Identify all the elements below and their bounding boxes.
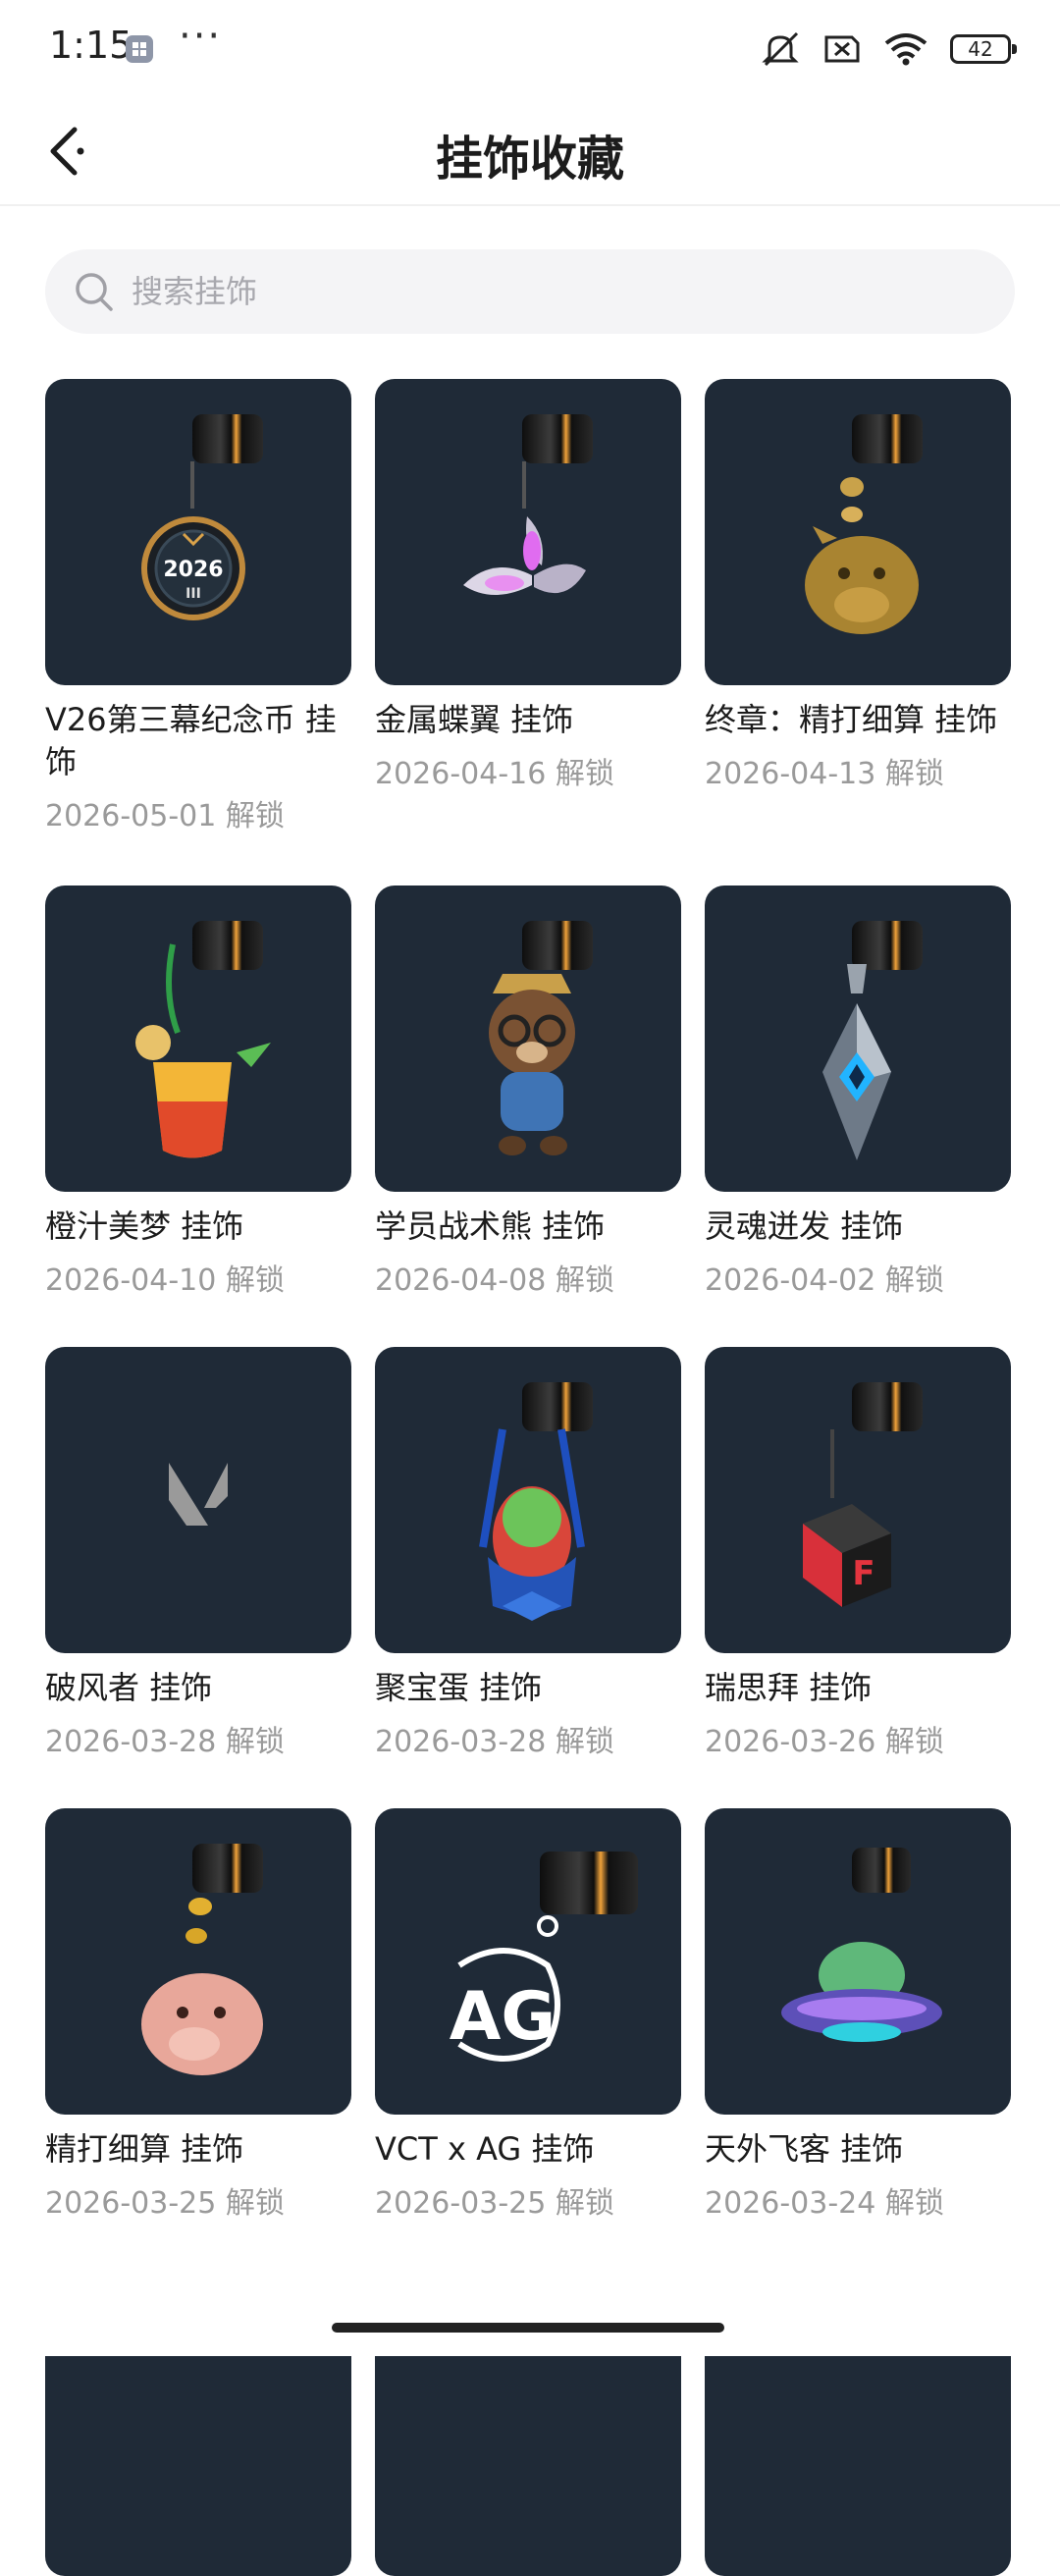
butterfly-charm-icon: [463, 516, 586, 595]
charm-unlock-date: 2026-04-08 解锁: [375, 1263, 614, 1298]
grid-row: 破风者 挂饰 2026-03-28 解锁 聚宝蛋 挂饰 2026-03-28 解…: [45, 1347, 1017, 1808]
charm-chain: [830, 1429, 834, 1498]
charm-clip: [852, 1848, 911, 1893]
charm-unlock-date: 2026-05-01 解锁: [45, 799, 285, 833]
charm-clip: [852, 1382, 923, 1431]
charm-thumbnail: [375, 886, 681, 1192]
coin-charm-icon: 2026 III: [141, 516, 245, 620]
charm-card[interactable]: 聚宝蛋 挂饰 2026-03-28 解锁: [375, 1347, 681, 1760]
charm-name: 破风者 挂饰: [45, 1669, 213, 1706]
charm-chain: [190, 461, 194, 509]
charm-thumbnail: [45, 1808, 351, 2115]
charm-name: 学员战术熊 挂饰: [375, 1208, 606, 1245]
charm-card[interactable]: 天外飞客 挂饰 2026-03-24 解锁: [705, 1808, 1011, 2222]
grid-row: 精打细算 挂饰 2026-03-25 解锁 AG VCT x AG 挂饰 202…: [45, 1808, 1017, 2270]
charm-clip: [192, 414, 263, 463]
coin-text: 2026: [163, 558, 223, 582]
grid-row: 橙汁美梦 挂饰 2026-04-10 解锁 学员战术熊 挂饰 2026-04-0…: [45, 886, 1017, 1347]
charm-card[interactable]: 灵魂迸发 挂饰 2026-04-02 解锁: [705, 886, 1011, 1299]
egg-bag-charm-icon: [479, 1428, 585, 1621]
charm-unlock-date: 2026-03-28 解锁: [45, 1725, 285, 1759]
gold-piggy-charm-icon: [805, 477, 919, 634]
ag-logo-charm-icon: AG: [450, 1915, 560, 2062]
search-icon: [76, 273, 113, 311]
charm-card[interactable]: 终章：精打细算 挂饰 2026-04-13 解锁: [705, 379, 1011, 792]
charm-thumbnail: [705, 886, 1011, 1192]
charm-clip: [852, 414, 923, 463]
charm-name: 终章：精打细算 挂饰: [705, 701, 998, 738]
charm-card[interactable]: 橙汁美梦 挂饰 2026-04-10 解锁: [45, 886, 351, 1299]
charm-name: 精打细算 挂饰: [45, 2130, 244, 2168]
charm-thumbnail: AG: [375, 1808, 681, 2115]
coin-sub-text: III: [186, 586, 201, 602]
charm-unlock-date: 2026-03-25 解锁: [375, 2186, 614, 2221]
search-input[interactable]: [130, 272, 919, 311]
charm-name: 瑞思拜 挂饰: [705, 1669, 873, 1706]
charm-name: 橙汁美梦 挂饰: [45, 1208, 244, 1245]
charm-name: 聚宝蛋 挂饰: [375, 1669, 543, 1706]
cube-letter: F: [852, 1554, 874, 1593]
pink-piggy-charm-icon: [141, 1898, 263, 2075]
mute-icon: [762, 31, 799, 67]
charm-thumbnail: [375, 1347, 681, 1653]
page-title: 挂饰收藏: [435, 132, 624, 187]
charm-name: 金属蝶翼 挂饰: [375, 701, 574, 738]
charm-card[interactable]: 学员战术熊 挂饰 2026-04-08 解锁: [375, 886, 681, 1299]
home-indicator[interactable]: [332, 2323, 724, 2333]
placeholder-logo-icon: [169, 1463, 228, 1526]
charm-clip: [522, 414, 593, 463]
charm-clip: [540, 1852, 638, 1914]
charm-thumbnail: [375, 379, 681, 685]
bear-charm-icon: [489, 974, 575, 1155]
charm-unlock-date: 2026-04-13 解锁: [705, 757, 944, 791]
ufo-charm-icon: [781, 1942, 942, 2042]
status-icons: 42: [760, 29, 1017, 69]
charm-clip: [192, 1844, 263, 1893]
charm-unlock-date: 2026-04-16 解锁: [375, 757, 614, 791]
charm-thumbnail: [45, 1347, 351, 1653]
no-sim-icon: [824, 35, 860, 63]
bottom-area: [0, 2268, 1060, 2356]
charm-name: 天外飞客 挂饰: [705, 2130, 904, 2168]
status-bar: 1:15 ··· 42: [0, 0, 1060, 98]
cube-charm-icon: F: [803, 1504, 891, 1607]
charm-card[interactable]: AG VCT x AG 挂饰 2026-03-25 解锁: [375, 1808, 681, 2222]
wifi-icon: [884, 33, 928, 66]
charm-unlock-date: 2026-04-02 解锁: [705, 1263, 944, 1298]
charm-thumbnail: 2026 III: [45, 379, 351, 685]
search-bar[interactable]: [45, 249, 1015, 334]
grid-row: 2026 III V26第三幕纪念币 挂饰 2026-05-01 解锁 金属蝶翼: [45, 379, 1017, 840]
charm-unlock-date: 2026-03-28 解锁: [375, 1725, 614, 1759]
more-notifications-icon: ···: [179, 14, 223, 59]
battery-icon: 42: [950, 34, 1017, 64]
charm-name: 灵魂迸发 挂饰: [705, 1208, 904, 1245]
top-app-bar: 挂饰收藏: [0, 98, 1060, 206]
charm-name: VCT x AG 挂饰: [375, 2130, 595, 2168]
status-time: 1:15: [49, 24, 133, 67]
charm-grid: 2026 III V26第三幕纪念币 挂饰 2026-05-01 解锁 金属蝶翼: [45, 379, 1017, 2576]
charm-thumbnail: F: [705, 1347, 1011, 1653]
charm-name: V26第三幕纪念币 挂饰: [45, 701, 337, 780]
charm-thumbnail: [45, 886, 351, 1192]
juice-cup-charm-icon: [135, 943, 271, 1158]
charm-card[interactable]: 精打细算 挂饰 2026-03-25 解锁: [45, 1808, 351, 2222]
charm-unlock-date: 2026-03-26 解锁: [705, 1725, 944, 1759]
charm-unlock-date: 2026-04-10 解锁: [45, 1263, 285, 1298]
charm-thumbnail: [705, 379, 1011, 685]
charm-card[interactable]: 金属蝶翼 挂饰 2026-04-16 解锁: [375, 379, 681, 792]
charm-card[interactable]: 破风者 挂饰 2026-03-28 解锁: [45, 1347, 351, 1760]
charm-unlock-date: 2026-03-25 解锁: [45, 2186, 285, 2221]
charm-card[interactable]: 2026 III V26第三幕纪念币 挂饰 2026-05-01 解锁: [45, 379, 351, 834]
charm-card[interactable]: F 瑞思拜 挂饰 2026-03-26 解锁: [705, 1347, 1011, 1760]
app-notification-icon: [126, 35, 153, 63]
crystal-charm-icon: [822, 964, 891, 1160]
charm-thumbnail: [705, 1808, 1011, 2115]
ag-logo-text: AG: [450, 1978, 556, 2056]
charm-unlock-date: 2026-03-24 解锁: [705, 2186, 944, 2221]
